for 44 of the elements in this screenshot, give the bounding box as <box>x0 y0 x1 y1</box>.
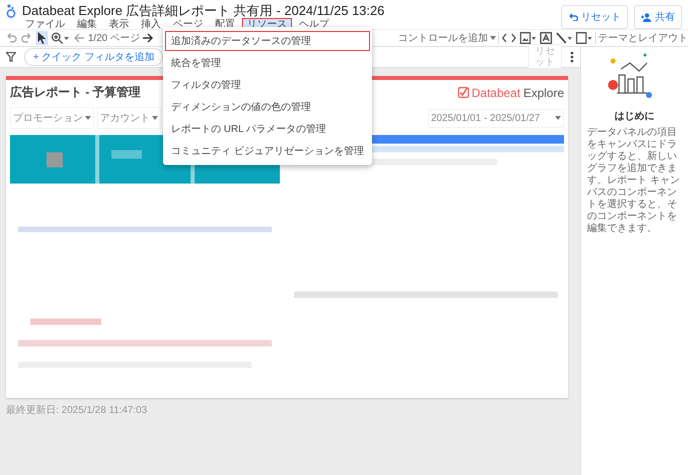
document-title[interactable]: Databeat Explore 広告詳細レポート 共有用 - 2024/11/25 13:26 <box>22 3 555 18</box>
caret-icon <box>152 116 158 120</box>
last-updated-text: 最終更新日: 2025/1/28 11:47:03 <box>6 404 148 417</box>
page-indicator: 1/20 ページ <box>88 32 140 45</box>
share-button[interactable]: 共有 <box>634 5 682 29</box>
filter-dropdown[interactable]: プロモーション <box>10 107 94 129</box>
quick-filter-button[interactable]: + クイック フィルタを追加 <box>24 48 164 66</box>
line-icon[interactable] <box>556 32 572 44</box>
caret-icon <box>555 116 561 120</box>
menu-item[interactable]: 表示 <box>104 18 134 32</box>
filter-dropdown[interactable]: アカウント <box>97 107 161 129</box>
zoom-icon[interactable] <box>51 32 69 44</box>
menu-option[interactable]: コミュニティ ビジュアリゼーションを管理 <box>165 141 370 161</box>
menu-option[interactable]: 追加済みのデータソースの管理 <box>165 31 370 51</box>
rectangle-icon[interactable] <box>576 32 592 44</box>
report-title: 広告レポート - 予算管理 <box>10 84 141 101</box>
logo-product: Explore <box>523 86 564 100</box>
more-options-icon[interactable] <box>570 51 574 63</box>
cursor-icon[interactable] <box>37 32 47 44</box>
forward-arrow-icon[interactable] <box>142 32 154 44</box>
app-logo-icon[interactable] <box>6 3 16 19</box>
caret-icon <box>85 116 91 120</box>
image-icon[interactable] <box>520 32 536 44</box>
add-control-button[interactable]: コントロールを追加 <box>398 31 496 45</box>
menu-item[interactable]: 挿入 <box>136 18 166 32</box>
date-range-picker[interactable]: 2025/01/01 - 2025/01/27 <box>428 108 564 128</box>
add-person-icon <box>641 12 652 22</box>
undo-icon <box>568 13 578 21</box>
menu-option[interactable]: ディメンションの値の色の管理 <box>165 97 370 117</box>
reset-button[interactable]: リセット <box>561 5 628 29</box>
menu-option[interactable]: 統合を管理 <box>165 53 370 73</box>
menu-option[interactable]: レポートの URL パラメータの管理 <box>165 119 370 139</box>
logo-brand: Databeat <box>472 86 520 100</box>
check-logo-icon <box>458 87 469 98</box>
menu-item[interactable]: 編集 <box>72 18 102 32</box>
theme-layout-button[interactable]: テーマとレイアウト <box>598 31 688 45</box>
caret-icon <box>490 36 496 40</box>
menu-option[interactable]: フィルタの管理 <box>165 75 370 95</box>
filter-icon[interactable] <box>6 52 16 62</box>
code-icon[interactable] <box>502 32 516 44</box>
panel-heading: はじめに <box>614 110 654 123</box>
text-box-icon[interactable] <box>540 32 552 44</box>
menu-item[interactable]: ファイル <box>20 18 70 32</box>
panel-description: データパネルの項目をキャンバスにドラッグすると、新しいグラフを追加できます。レポート キャンバスのコンポーネントを選択すると、そのコンポーネントを編集できます。 <box>587 127 681 235</box>
